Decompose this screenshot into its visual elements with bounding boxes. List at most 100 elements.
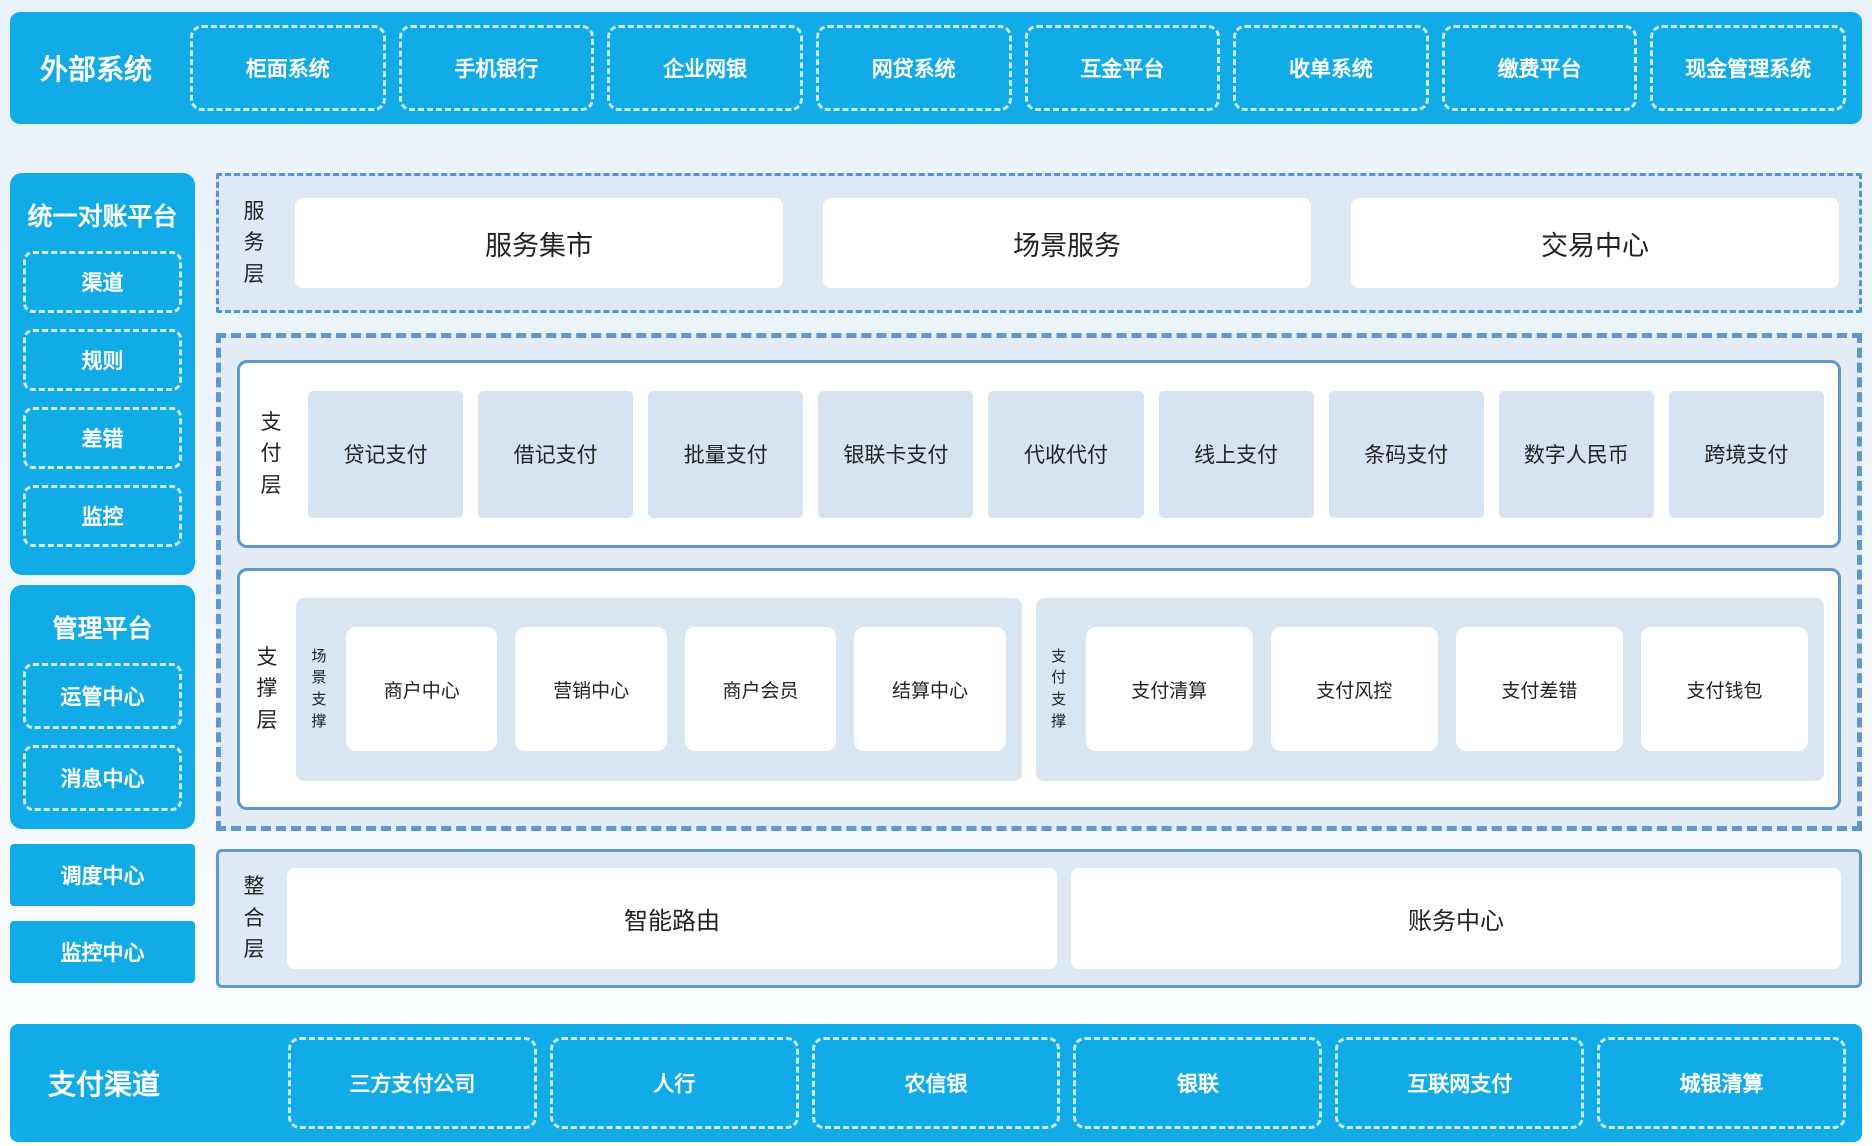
scene-support-label: 场景支撑 <box>310 646 328 733</box>
service-layer: 服务层 服务集市 场景服务 交易中心 <box>216 173 1862 313</box>
payment-node-label: 代收代付 <box>1024 439 1108 469</box>
external-system-label: 互金平台 <box>1080 53 1164 83</box>
payment-layer-items: 贷记支付 借记支付 批量支付 银联卡支付 <box>308 391 1824 518</box>
payment-layer: 支付层 贷记支付 借记支付 批量 <box>237 360 1841 548</box>
external-system-node: 缴费平台 <box>1442 25 1638 111</box>
payment-channel-node: 银联 <box>1073 1037 1322 1129</box>
external-system-node: 收单系统 <box>1233 25 1429 111</box>
payment-channel-label: 三方支付公司 <box>349 1068 475 1098</box>
integration-node: 账务中心 <box>1071 868 1841 969</box>
scene-support-items: 商户中心 营销中心 商户会员 <box>346 627 1006 751</box>
monitor-center-node: 监控中心 <box>10 921 195 983</box>
reconciliation-node: 监控 <box>23 485 182 547</box>
reconciliation-node: 规则 <box>23 329 182 391</box>
external-system-label: 缴费平台 <box>1498 53 1582 83</box>
payment-node: 跨境支付 <box>1669 391 1824 518</box>
payment-node: 银联卡支付 <box>818 391 973 518</box>
payment-node: 代收代付 <box>988 391 1143 518</box>
external-system-label: 柜面系统 <box>246 53 330 83</box>
external-system-label: 收单系统 <box>1289 53 1373 83</box>
scene-support-node: 商户中心 <box>346 627 497 751</box>
payment-channel-node: 农信银 <box>812 1037 1061 1129</box>
reconciliation-node-label: 渠道 <box>82 267 124 297</box>
payment-node: 借记支付 <box>478 391 633 518</box>
payment-channel-node: 城银清算 <box>1597 1037 1846 1129</box>
payment-node-label: 贷记支付 <box>344 439 428 469</box>
service-node-label: 场景服务 <box>1013 224 1121 263</box>
payment-support-group: 支付支撑 支付清算 支付风控 <box>1036 598 1824 781</box>
reconciliation-platform-title: 统一对账平台 <box>23 197 182 233</box>
reconciliation-node-label: 规则 <box>82 345 124 375</box>
scene-support-node-label: 商户会员 <box>723 676 799 703</box>
main-column: 服务层 服务集市 场景服务 交易中心 <box>216 173 1862 988</box>
reconciliation-node-label: 监控 <box>82 501 124 531</box>
payment-node-label: 借记支付 <box>514 439 598 469</box>
payment-node-label: 数字人民币 <box>1524 439 1629 469</box>
service-layer-label: 服务层 <box>241 196 267 291</box>
payment-support-node: 支付差错 <box>1456 627 1623 751</box>
management-items: 运管中心 消息中心 <box>23 663 182 811</box>
payment-node-label: 条码支付 <box>1364 439 1448 469</box>
dispatch-center-node: 调度中心 <box>10 844 195 906</box>
external-system-node: 现金管理系统 <box>1650 25 1846 111</box>
service-node-label: 服务集市 <box>485 224 593 263</box>
payment-channel-label: 城银清算 <box>1680 1068 1764 1098</box>
integration-node: 智能路由 <box>287 868 1057 969</box>
external-systems-items: 柜面系统 手机银行 企业网银 网贷系统 互金平台 <box>190 12 1846 124</box>
payment-channel-label: 互联网支付 <box>1407 1068 1512 1098</box>
payment-layer-label: 支付层 <box>258 407 284 502</box>
left-column: 统一对账平台 渠道 规则 差错 <box>10 173 195 988</box>
management-node: 运管中心 <box>23 663 182 729</box>
payment-channel-node: 人行 <box>550 1037 799 1129</box>
payment-node-label: 银联卡支付 <box>843 439 948 469</box>
service-node: 服务集市 <box>295 198 783 288</box>
payment-node: 数字人民币 <box>1499 391 1654 518</box>
payment-support-node: 支付钱包 <box>1641 627 1808 751</box>
service-node: 交易中心 <box>1351 198 1839 288</box>
payment-node-label: 批量支付 <box>684 439 768 469</box>
external-system-node: 网贷系统 <box>816 25 1012 111</box>
payment-support-node-label: 支付风控 <box>1316 676 1392 703</box>
payment-channels-bar: 支付渠道 三方支付公司 人行 农信银 银联 互联 <box>10 1024 1862 1142</box>
external-system-label: 手机银行 <box>454 53 538 83</box>
external-system-node: 企业网银 <box>607 25 803 111</box>
scene-support-node: 结算中心 <box>854 627 1005 751</box>
service-node: 场景服务 <box>823 198 1311 288</box>
payment-support-label: 支付支撑 <box>1050 646 1068 733</box>
payment-node-label: 线上支付 <box>1194 439 1278 469</box>
payment-node: 线上支付 <box>1159 391 1314 518</box>
external-systems-bar: 外部系统 柜面系统 手机银行 企业网银 网贷系统 <box>10 12 1862 124</box>
external-system-node: 手机银行 <box>399 25 595 111</box>
payment-channels-items: 三方支付公司 人行 农信银 银联 互联网支付 城银 <box>288 1024 1846 1142</box>
external-system-label: 网贷系统 <box>872 53 956 83</box>
support-layer: 支撑层 场景支撑 商户中心 <box>237 568 1841 810</box>
payment-support-node: 支付清算 <box>1086 627 1253 751</box>
payment-channel-label: 人行 <box>653 1068 695 1098</box>
core-layers-container: 支付层 贷记支付 借记支付 批量 <box>216 333 1862 831</box>
management-node: 消息中心 <box>23 745 182 811</box>
management-platform-title: 管理平台 <box>23 609 182 645</box>
payment-support-node: 支付风控 <box>1271 627 1438 751</box>
management-platform-block: 管理平台 运管中心 消息中心 <box>10 585 195 829</box>
support-groups: 场景支撑 商户中心 营销中心 <box>296 598 1824 781</box>
integration-layer-items: 智能路由 账务中心 <box>287 868 1841 969</box>
integration-layer-label: 整合层 <box>241 871 267 966</box>
architecture-diagram: 外部系统 柜面系统 手机银行 企业网银 网贷系统 <box>0 0 1872 1146</box>
reconciliation-node: 渠道 <box>23 251 182 313</box>
scene-support-node-label: 商户中心 <box>384 676 460 703</box>
support-layer-label: 支撑层 <box>254 642 280 737</box>
management-node-label: 消息中心 <box>61 763 145 793</box>
integration-node-label: 账务中心 <box>1408 901 1504 936</box>
integration-layer: 整合层 智能路由 账务中心 <box>216 849 1862 988</box>
reconciliation-items: 渠道 规则 差错 监控 <box>23 251 182 547</box>
payment-support-node-label: 支付差错 <box>1501 676 1577 703</box>
payment-channel-node: 互联网支付 <box>1335 1037 1584 1129</box>
reconciliation-platform-block: 统一对账平台 渠道 规则 差错 <box>10 173 195 575</box>
payment-support-items: 支付清算 支付风控 支付差错 <box>1086 627 1808 751</box>
scene-support-node: 营销中心 <box>515 627 666 751</box>
scene-support-node: 商户会员 <box>685 627 836 751</box>
reconciliation-node-label: 差错 <box>82 423 124 453</box>
service-node-label: 交易中心 <box>1541 224 1649 263</box>
payment-support-node-label: 支付钱包 <box>1686 676 1762 703</box>
external-system-label: 现金管理系统 <box>1685 53 1811 83</box>
